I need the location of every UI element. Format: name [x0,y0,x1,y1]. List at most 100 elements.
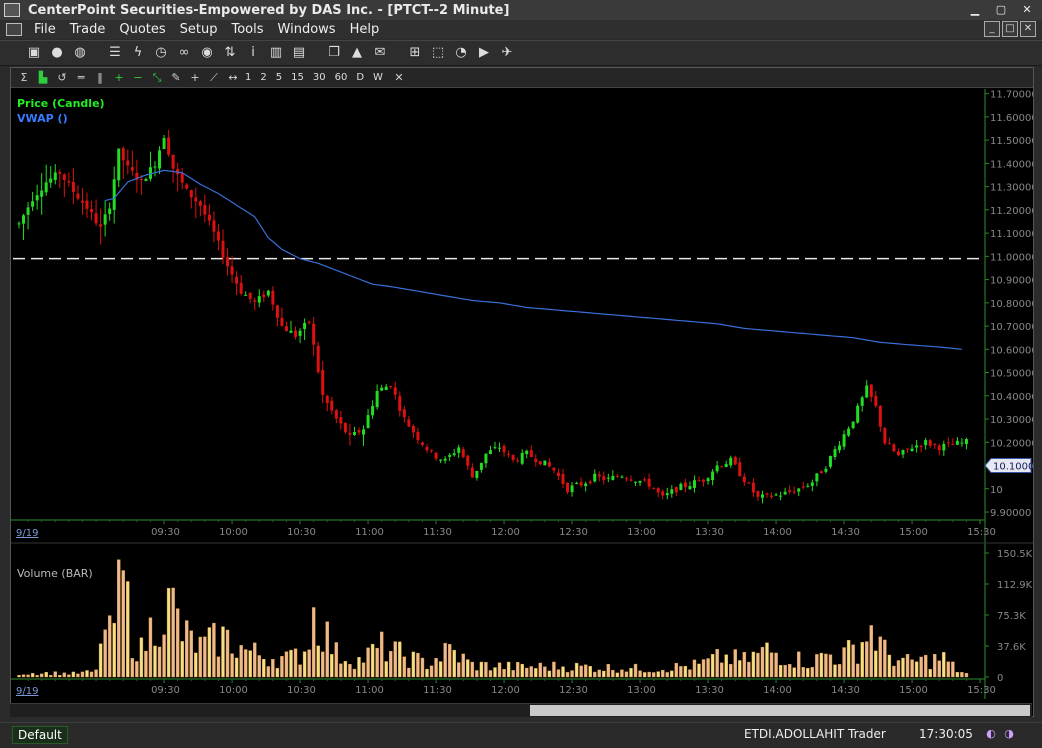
globe-icon[interactable]: ◍ [72,45,88,61]
minimize-icon[interactable]: ▁ [966,2,984,17]
horizontal-line-icon[interactable]: ═ [74,71,88,85]
network-icon[interactable]: ⊞ [407,45,423,61]
lightning-icon[interactable]: ϟ [130,45,146,61]
crosshair-icon[interactable]: + [188,71,202,85]
bird-icon[interactable]: ✈ [499,45,515,61]
connection-icon[interactable]: ◐ [984,727,998,741]
server-icon[interactable]: ◑ [1002,727,1016,741]
volume-bar [339,663,343,678]
volume-bar [561,666,565,678]
status-user: ETDI.ADOLLAHIT [744,727,845,741]
volume-bar [497,662,502,678]
clock-icon[interactable]: ◷ [153,45,169,61]
copy-icon[interactable]: ❐ [326,45,342,61]
alert-icon[interactable]: ▲ [349,45,365,61]
zoom-out-icon[interactable]: − [131,71,145,85]
timeframe-1[interactable]: 1 [245,72,251,83]
candle-body [58,172,62,174]
sort-icon[interactable]: ⇅ [222,45,238,61]
timeframe-2[interactable]: 2 [260,72,266,83]
volume-x-tick-label: 12:00 [491,685,520,696]
candle-body [230,266,234,275]
child-minimize-icon[interactable]: _ [984,21,1000,37]
menu-trade[interactable]: Trade [70,22,106,37]
menu-tools[interactable]: Tools [232,22,264,37]
candle-body [430,450,434,452]
candle-body [602,476,606,481]
candle-body [538,461,542,465]
timeframe-30[interactable]: 30 [313,72,326,83]
candle-body [624,478,628,480]
menu-help[interactable]: Help [350,22,380,37]
scrollbar-thumb[interactable] [530,705,1030,716]
candle-body [226,257,230,267]
candle-body [389,386,393,388]
candle-body [747,482,751,484]
layout-tab-default[interactable]: Default [12,726,68,744]
sum-icon[interactable]: Σ [17,71,31,85]
close-chart-icon[interactable]: ✕ [392,71,406,85]
link-icon[interactable]: ∞ [176,45,192,61]
bar-chart-icon[interactable]: ▥ [268,45,284,61]
price-y-tick-label: 10 [990,485,1003,496]
menu-setup[interactable]: Setup [180,22,218,37]
volume-bar [189,630,193,678]
candle-body [198,201,202,206]
volume-bar [842,647,846,678]
volume-bar [593,671,597,678]
volume-bar [615,672,620,678]
menu-quotes[interactable]: Quotes [119,22,165,37]
volume-bar [769,652,774,678]
chart-canvas[interactable]: 11.70000 11.60000 11.50000 11.40000 11.30000… [11,89,1033,725]
candle-body [765,493,769,495]
timer-icon[interactable]: ◔ [453,45,469,61]
fit-icon[interactable]: ⤡ [150,71,164,85]
volume-bar [846,640,851,678]
timeframe-60[interactable]: 60 [335,72,348,83]
trendline-icon[interactable]: ⟋ [207,71,221,85]
child-close-icon[interactable]: ✕ [1020,21,1036,37]
candle-body [185,184,189,189]
volume-bar [488,670,493,678]
area-chart-icon[interactable]: ▙ [36,71,50,85]
timeframe-5[interactable]: 5 [276,72,282,83]
candle-body [683,482,687,488]
candle-body [770,495,774,497]
notes-icon[interactable]: ▤ [291,45,307,61]
horizontal-scrollbar[interactable] [10,703,1032,717]
timeframe-15[interactable]: 15 [291,72,304,83]
menu-file[interactable]: File [34,22,56,37]
window-icon[interactable]: ▣ [26,45,42,61]
pencil-icon[interactable]: ✎ [169,71,183,85]
candle-body [647,478,651,487]
info-icon[interactable]: ⅰ [245,45,261,61]
candle-body [266,290,270,296]
candle-body [90,209,94,213]
pan-icon[interactable]: ↔ [226,71,240,85]
account-icon[interactable]: ● [49,45,65,61]
video-icon[interactable]: ▶ [476,45,492,61]
zoom-in-icon[interactable]: + [112,71,126,85]
timeframe-daily[interactable]: D [356,72,364,83]
refresh-icon[interactable]: ↺ [55,71,69,85]
candle-body [470,467,474,478]
volume-bar [583,664,588,678]
capture-icon[interactable]: ⬚ [430,45,446,61]
eye-icon[interactable]: ◉ [199,45,215,61]
mail-icon[interactable]: ✉ [372,45,388,61]
candle-body [380,387,384,391]
timeframe-weekly[interactable]: W [373,72,383,83]
list-icon[interactable]: ☰ [107,45,123,61]
volume-bar [221,626,225,678]
price-x-tick-label: 10:30 [287,527,316,538]
menu-windows[interactable]: Windows [278,22,336,37]
close-icon[interactable]: ✕ [1018,2,1036,17]
document-icon[interactable] [6,23,22,36]
volume-bar [438,661,443,678]
candle-body [788,490,792,492]
restore-icon[interactable]: ▢ [992,2,1010,17]
child-restore-icon[interactable]: □ [1002,21,1018,37]
candle-body [407,419,411,427]
vertical-line-icon[interactable]: ‖ [93,71,107,85]
volume-bar [656,671,660,678]
